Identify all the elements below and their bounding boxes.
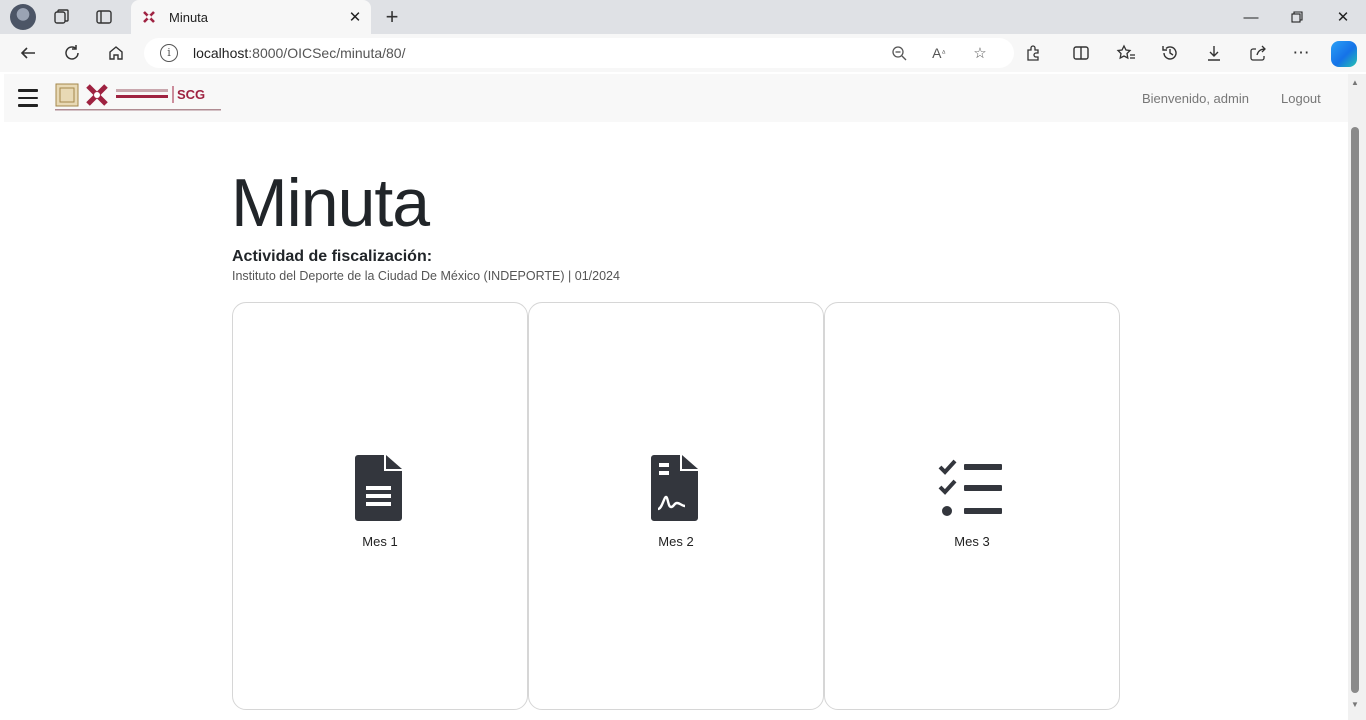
scrollbar-thumb[interactable] bbox=[1351, 127, 1359, 693]
card-mes-2[interactable]: Mes 2 bbox=[528, 302, 824, 710]
workspaces-icon[interactable] bbox=[50, 5, 74, 29]
cdmx-favicon-icon bbox=[143, 11, 155, 23]
profile-avatar[interactable] bbox=[10, 4, 36, 30]
scroll-up-arrow-icon[interactable]: ▲ bbox=[1350, 78, 1360, 88]
card-mes-1[interactable]: Mes 1 bbox=[232, 302, 528, 710]
card-mes-3[interactable]: Mes 3 bbox=[824, 302, 1120, 710]
activity-detail: Instituto del Deporte de la Ciudad De Mé… bbox=[232, 269, 620, 283]
browser-toolbar: i localhost:8000/OICSec/minuta/80/ Aᐞ ☆ … bbox=[0, 34, 1366, 72]
site-navbar: SCG Bienvenido, admin Logout bbox=[4, 74, 1348, 122]
extensions-icon[interactable] bbox=[1021, 41, 1045, 65]
hamburger-menu-icon[interactable] bbox=[18, 86, 38, 108]
home-icon[interactable] bbox=[104, 41, 128, 65]
site-info-icon[interactable]: i bbox=[160, 44, 178, 62]
browser-tab-bar: Minuta ✕ + — ✕ bbox=[0, 0, 1366, 34]
page-title: Minuta bbox=[231, 165, 430, 241]
svg-text:SCG: SCG bbox=[177, 87, 205, 102]
tab-actions-icon[interactable] bbox=[92, 5, 116, 29]
share-icon[interactable] bbox=[1246, 41, 1270, 65]
split-screen-icon[interactable] bbox=[1069, 41, 1093, 65]
back-icon[interactable] bbox=[16, 41, 40, 65]
logout-link[interactable]: Logout bbox=[1281, 91, 1321, 106]
activity-heading: Actividad de fiscalización: bbox=[232, 248, 433, 265]
scroll-down-arrow-icon[interactable]: ▼ bbox=[1350, 700, 1360, 710]
read-aloud-icon[interactable]: Aᐞ bbox=[929, 43, 949, 63]
copilot-icon[interactable] bbox=[1331, 41, 1357, 67]
refresh-icon[interactable] bbox=[60, 41, 84, 65]
tab-minuta[interactable]: Minuta ✕ bbox=[131, 0, 371, 34]
tab-title: Minuta bbox=[169, 9, 209, 25]
favorites-icon[interactable] bbox=[1114, 41, 1138, 65]
cdmx-scg-logo: SCG bbox=[55, 83, 221, 111]
file-lines-icon bbox=[355, 455, 402, 521]
close-window-icon[interactable]: ✕ bbox=[1320, 0, 1366, 34]
zoom-out-icon[interactable] bbox=[889, 43, 909, 63]
address-bar[interactable]: i localhost:8000/OICSec/minuta/80/ Aᐞ ☆ bbox=[144, 38, 1014, 68]
history-icon[interactable] bbox=[1158, 41, 1182, 65]
restore-icon[interactable] bbox=[1274, 0, 1320, 34]
minimize-icon[interactable]: — bbox=[1228, 0, 1274, 34]
new-tab-icon[interactable]: + bbox=[380, 4, 404, 29]
welcome-text: Bienvenido, admin bbox=[1142, 91, 1249, 106]
file-signature-icon bbox=[651, 455, 698, 521]
downloads-icon[interactable] bbox=[1202, 41, 1226, 65]
list-check-icon bbox=[938, 459, 1002, 516]
url-text[interactable]: localhost:8000/OICSec/minuta/80/ bbox=[193, 45, 405, 61]
card-label: Mes 1 bbox=[362, 534, 398, 549]
page-viewport: SCG Bienvenido, admin Logout Minuta Acti… bbox=[4, 74, 1348, 720]
card-label: Mes 2 bbox=[658, 534, 694, 549]
card-label: Mes 3 bbox=[954, 534, 990, 549]
favorite-star-icon[interactable]: ☆ bbox=[970, 43, 990, 63]
tab-close-icon[interactable]: ✕ bbox=[343, 8, 367, 26]
more-options-icon[interactable]: ⋯ bbox=[1289, 41, 1313, 65]
